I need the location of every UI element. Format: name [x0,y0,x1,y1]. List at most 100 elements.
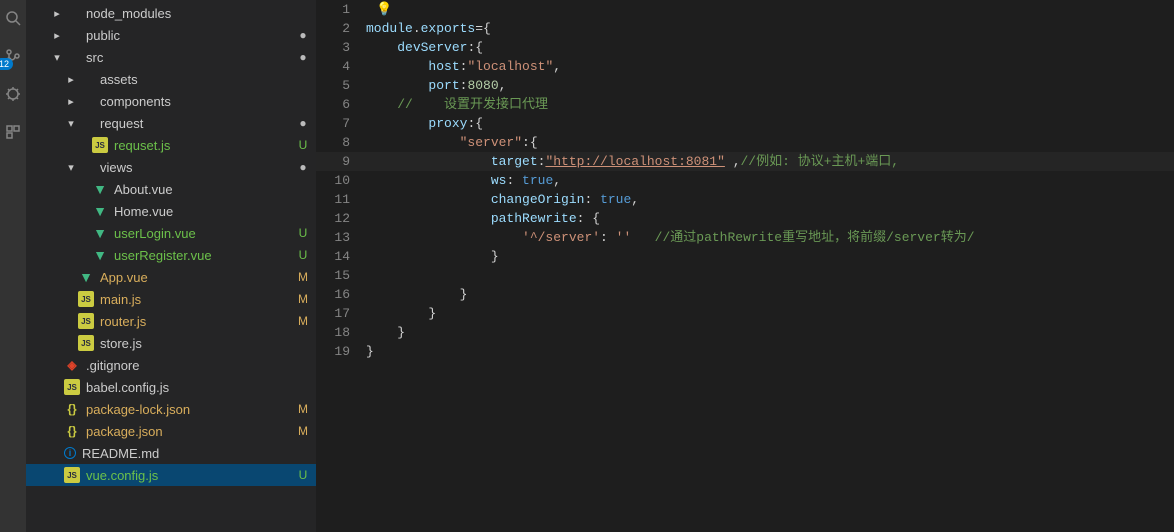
file-explorer[interactable]: ▸node_modules▸public●▾src●▸assets▸compon… [26,0,316,532]
vue-icon: ▼ [92,203,108,219]
code-line[interactable]: 2module.exports={ [316,19,1174,38]
file-label: package.json [86,424,296,439]
code-line[interactable]: 11 changeOrigin: true, [316,190,1174,209]
code-line[interactable]: 14 } [316,247,1174,266]
chevron-icon: ▾ [50,51,64,64]
file-vue.config.js[interactable]: JSvue.config.jsU [26,464,316,486]
code-line[interactable]: 17 } [316,304,1174,323]
code-line[interactable]: 18 } [316,323,1174,342]
lightbulb-icon[interactable]: 💡 [376,2,392,17]
line-number: 10 [316,171,366,190]
folder-src[interactable]: ▾src● [26,46,316,68]
file-.gitignore[interactable]: ◈.gitignore [26,354,316,376]
line-content: ws: true, [366,171,561,190]
git-status: ● [296,116,310,130]
scm-badge: 12 [0,58,13,70]
folder-views[interactable]: ▾views● [26,156,316,178]
code-line[interactable]: 3 devServer:{ [316,38,1174,57]
git-status: M [296,270,310,284]
line-number: 19 [316,342,366,361]
file-label: store.js [100,336,296,351]
js-icon: JS [64,379,80,395]
code-editor[interactable]: 1💡2module.exports={3 devServer:{4 host:"… [316,0,1174,532]
file-main.js[interactable]: JSmain.jsM [26,288,316,310]
chevron-icon: ▸ [50,7,64,20]
line-number: 5 [316,76,366,95]
file-Home.vue[interactable]: ▼Home.vue [26,200,316,222]
code-line[interactable]: 8 "server":{ [316,133,1174,152]
code-line[interactable]: 16 } [316,285,1174,304]
activity-bar: 12 [0,0,26,532]
search-icon[interactable] [3,8,23,28]
line-number: 4 [316,57,366,76]
code-line[interactable]: 7 proxy:{ [316,114,1174,133]
line-number: 6 [316,95,366,114]
code-line[interactable]: 5 port:8080, [316,76,1174,95]
line-content: // 设置开发接口代理 [366,95,548,114]
folder-icon [64,5,80,21]
folder-icon [78,159,94,175]
line-content: } [366,247,499,266]
folder-assets[interactable]: ▸assets [26,68,316,90]
vue-icon: ▼ [92,181,108,197]
line-number: 3 [316,38,366,57]
file-label: userRegister.vue [114,248,296,263]
file-package.json[interactable]: {}package.jsonM [26,420,316,442]
git-status: ● [296,160,310,174]
file-README.md[interactable]: i README.md [26,442,316,464]
info-icon: i [64,447,76,459]
file-label: main.js [100,292,296,307]
file-store.js[interactable]: JSstore.js [26,332,316,354]
debug-icon[interactable] [3,84,23,104]
folder-icon [64,49,80,65]
vue-icon: ▼ [78,269,94,285]
js-icon: JS [78,291,94,307]
js-icon: JS [78,313,94,329]
file-label: package-lock.json [86,402,296,417]
file-App.vue[interactable]: ▼App.vueM [26,266,316,288]
file-label: assets [100,72,296,87]
git-status: ● [296,50,310,64]
line-number: 2 [316,19,366,38]
line-content: devServer:{ [366,38,483,57]
folder-icon [78,71,94,87]
source-control-icon[interactable]: 12 [3,46,23,66]
file-userRegister.vue[interactable]: ▼userRegister.vueU [26,244,316,266]
file-About.vue[interactable]: ▼About.vue [26,178,316,200]
code-line[interactable]: 10 ws: true, [316,171,1174,190]
folder-icon [78,115,94,131]
line-content: changeOrigin: true, [366,190,639,209]
code-line[interactable]: 12 pathRewrite: { [316,209,1174,228]
git-status: U [296,226,310,240]
code-line[interactable]: 9 target:"http://localhost:8081" ,//例如: … [316,152,1174,171]
code-line[interactable]: 15 [316,266,1174,285]
file-userLogin.vue[interactable]: ▼userLogin.vueU [26,222,316,244]
js-icon: JS [92,137,108,153]
file-label: request [100,116,296,131]
file-package-lock.json[interactable]: {}package-lock.jsonM [26,398,316,420]
chevron-icon: ▸ [50,29,64,42]
code-line[interactable]: 19} [316,342,1174,361]
file-router.js[interactable]: JSrouter.jsM [26,310,316,332]
file-requset.js[interactable]: JSrequset.jsU [26,134,316,156]
code-line[interactable]: 4 host:"localhost", [316,57,1174,76]
line-content: target:"http://localhost:8081" ,//例如: 协议… [366,152,899,171]
file-babel.config.js[interactable]: JSbabel.config.js [26,376,316,398]
folder-node_modules[interactable]: ▸node_modules [26,2,316,24]
code-line[interactable]: 6 // 设置开发接口代理 [316,95,1174,114]
line-number: 13 [316,228,366,247]
extensions-icon[interactable] [3,122,23,142]
js-icon: JS [64,467,80,483]
file-label: README.md [82,446,296,461]
folder-components[interactable]: ▸components [26,90,316,112]
git-status: U [296,138,310,152]
folder-public[interactable]: ▸public● [26,24,316,46]
line-content: pathRewrite: { [366,209,600,228]
code-line[interactable]: 13 '^/server': '' //通过pathRewrite重写地址，将前… [316,228,1174,247]
chevron-icon: ▾ [64,161,78,174]
line-number: 8 [316,133,366,152]
folder-request[interactable]: ▾request● [26,112,316,134]
file-label: router.js [100,314,296,329]
line-number: 15 [316,266,366,285]
code-line[interactable]: 1💡 [316,0,1174,19]
